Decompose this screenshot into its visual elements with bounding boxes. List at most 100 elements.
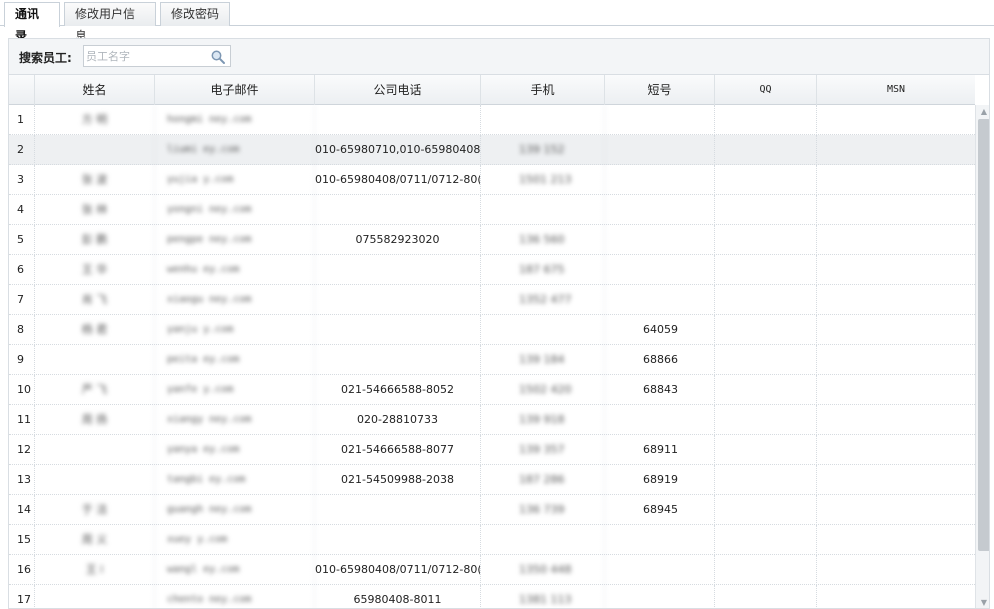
cell-qq — [715, 375, 817, 405]
cell-name: 王 华 — [35, 255, 155, 285]
cell-name: 方 明 — [35, 105, 155, 135]
cell-company-phone: 021-54509988-2038 — [315, 465, 481, 495]
cell-short-number: 68945 — [605, 495, 715, 525]
cell-qq — [715, 555, 817, 585]
cell-name: 肖 飞 — [35, 285, 155, 315]
tab-change-password[interactable]: 修改密码 — [160, 2, 230, 26]
cell-msn — [817, 195, 975, 225]
cell-email: yanju y.com — [155, 315, 315, 345]
table-row[interactable]: 5彭 鹏 pengpe ney.com 075582923020 136 560 — [9, 225, 975, 255]
col-header-msn[interactable]: MSN — [817, 75, 975, 105]
cell-qq — [715, 465, 817, 495]
col-header-email[interactable]: 电子邮件 — [155, 75, 315, 105]
col-header-qq[interactable]: QQ — [715, 75, 817, 105]
table-row[interactable]: 13 tangbi ey.com 021-54509988-2038 187 286 6… — [9, 465, 975, 495]
cell-msn — [817, 585, 975, 608]
cell-company-phone — [315, 345, 481, 375]
search-box[interactable] — [83, 45, 231, 67]
cell-short-number — [605, 585, 715, 608]
cell-mobile: 187 286 — [481, 465, 605, 495]
cell-index: 1 — [9, 105, 35, 135]
table-row[interactable]: 9 peita ey.com 139 184 68866 — [9, 345, 975, 375]
cell-qq — [715, 495, 817, 525]
cell-mobile: 136 739 — [481, 495, 605, 525]
magnifier-icon[interactable] — [210, 49, 226, 65]
col-header-company-phone[interactable]: 公司电话 — [315, 75, 481, 105]
cell-short-number — [605, 165, 715, 195]
cell-index: 12 — [9, 435, 35, 465]
arrow-down-icon[interactable]: ▼ — [976, 596, 989, 608]
search-label: 搜索员工: — [19, 51, 72, 65]
cell-mobile — [481, 315, 605, 345]
grid-body: 1方 明 hongmi ney.com 2 liumi ey.com 010-65980… — [9, 105, 975, 608]
cell-msn — [817, 405, 975, 435]
cell-mobile: 1501 213 — [481, 165, 605, 195]
cell-index: 2 — [9, 135, 35, 165]
cell-email: xiangy ney.com — [155, 405, 315, 435]
cell-msn — [817, 495, 975, 525]
table-row[interactable]: 10 严 飞 yanfe y.com 021-54666588-8052 1502 42… — [9, 375, 975, 405]
contacts-grid: 姓名 电子邮件 公司电话 手机 短号 QQ MSN 1方 明 hongmi ney… — [8, 74, 990, 609]
cell-email: liumi ey.com — [155, 135, 315, 165]
cell-index: 8 — [9, 315, 35, 345]
search-input[interactable] — [86, 48, 206, 64]
cell-index: 10 — [9, 375, 35, 405]
cell-company-phone: 65980408-8011 — [315, 585, 481, 608]
col-header-short-number[interactable]: 短号 — [605, 75, 715, 105]
cell-qq — [715, 195, 817, 225]
table-row[interactable]: 1方 明 hongmi ney.com — [9, 105, 975, 135]
cell-index: 4 — [9, 195, 35, 225]
cell-mobile — [481, 195, 605, 225]
cell-msn — [817, 285, 975, 315]
table-row[interactable]: 15 周 义 xuey y.com — [9, 525, 975, 555]
cell-short-number: 68919 — [605, 465, 715, 495]
cell-email: pengpe ney.com — [155, 225, 315, 255]
table-row[interactable]: 2 liumi ey.com 010-65980710,010-65980408, 1… — [9, 135, 975, 165]
col-header-index — [9, 75, 35, 105]
table-row[interactable]: 3张 波 yujia y.com 010-65980408/0711/0712-80… — [9, 165, 975, 195]
cell-company-phone — [315, 285, 481, 315]
cell-qq — [715, 165, 817, 195]
cell-short-number — [605, 255, 715, 285]
table-row[interactable]: 8杨 君 yanju y.com 64059 — [9, 315, 975, 345]
cell-index: 9 — [9, 345, 35, 375]
table-row[interactable]: 16 王 l wangl ey.com 010-65980408/0711/0712-… — [9, 555, 975, 585]
cell-msn — [817, 165, 975, 195]
cell-email: xuey y.com — [155, 525, 315, 555]
cell-msn — [817, 255, 975, 285]
cell-qq — [715, 255, 817, 285]
tab-contacts[interactable]: 通讯录 — [4, 2, 60, 43]
table-row[interactable]: 4张 林 yongni ney.com — [9, 195, 975, 225]
cell-short-number — [605, 525, 715, 555]
table-row[interactable]: 11 周 扬 xiangy ney.com 020-28810733 139 918 — [9, 405, 975, 435]
col-header-mobile[interactable]: 手机 — [481, 75, 605, 105]
cell-mobile — [481, 105, 605, 135]
table-row[interactable]: 17 chento ney.com 65980408-8011 1381 113 — [9, 585, 975, 608]
cell-company-phone: 021-54666588-8052 — [315, 375, 481, 405]
cell-company-phone: 020-28810733 — [315, 405, 481, 435]
cell-short-number — [605, 225, 715, 255]
arrow-up-icon[interactable]: ▲ — [976, 105, 989, 119]
cell-msn — [817, 105, 975, 135]
table-row[interactable]: 6王 华 wenhu ey.com 187 675 — [9, 255, 975, 285]
cell-name: 张 波 — [35, 165, 155, 195]
col-header-name[interactable]: 姓名 — [35, 75, 155, 105]
scrollbar-thumb[interactable] — [978, 119, 989, 551]
table-row[interactable]: 12 yanya ey.com 021-54666588-8077 139 357 68… — [9, 435, 975, 465]
cell-email: yongni ney.com — [155, 195, 315, 225]
cell-email: tangbi ey.com — [155, 465, 315, 495]
tab-edit-user-info[interactable]: 修改用户信息 — [64, 2, 156, 43]
table-row[interactable]: 7肖 飞 xiaogu ney.com 1352 477 — [9, 285, 975, 315]
cell-short-number: 68866 — [605, 345, 715, 375]
cell-qq — [715, 315, 817, 345]
cell-short-number: 68911 — [605, 435, 715, 465]
cell-index: 17 — [9, 585, 35, 608]
cell-email: yanfe y.com — [155, 375, 315, 405]
cell-name: 王 l — [35, 555, 155, 585]
table-row[interactable]: 14 于 洁 guangh ney.com 136 739 68945 — [9, 495, 975, 525]
cell-mobile: 139 918 — [481, 405, 605, 435]
cell-short-number: 68843 — [605, 375, 715, 405]
cell-company-phone — [315, 525, 481, 555]
vertical-scrollbar[interactable]: ▲ ▼ — [975, 105, 989, 608]
cell-index: 5 — [9, 225, 35, 255]
